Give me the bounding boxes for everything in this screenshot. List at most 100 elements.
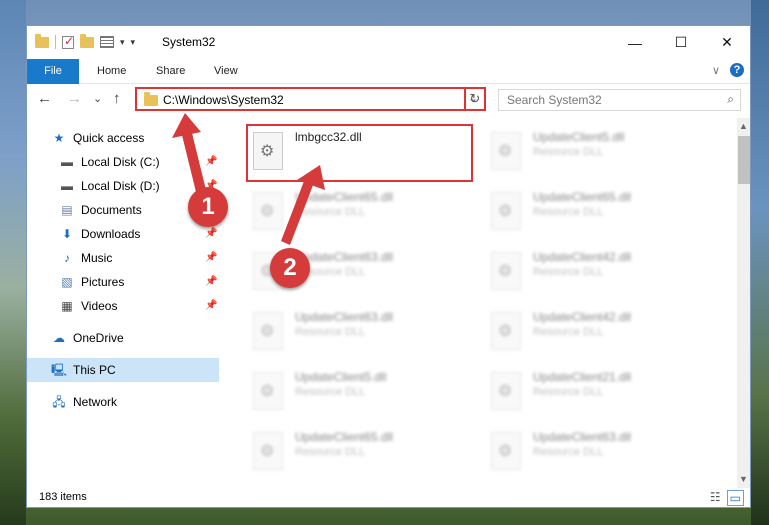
sidebar-item-label: Quick access: [73, 131, 145, 145]
address-path[interactable]: C:\Windows\System32: [163, 93, 284, 107]
step-marker-1: 1: [188, 187, 228, 227]
scroll-up-arrow-icon[interactable]: ▲: [739, 121, 748, 131]
search-input[interactable]: Search System32: [507, 93, 602, 107]
file-item[interactable]: UpdateClient63.dll Resource DLL: [247, 304, 477, 360]
properties-icon[interactable]: [100, 36, 114, 48]
sidebar-item-label: Local Disk (C:): [81, 155, 160, 169]
sidebar-item-this-pc[interactable]: 🖳 This PC: [27, 358, 219, 382]
ribbon-right-controls: ∨ ?: [712, 63, 744, 77]
pin-icon[interactable]: 📌: [205, 300, 217, 311]
file-type: Resource DLL: [295, 206, 366, 218]
video-icon: ▦: [61, 299, 73, 313]
document-icon: ▤: [61, 203, 73, 217]
address-folder-icon: [144, 92, 158, 106]
sidebar-item-local-disk-d[interactable]: ▬ Local Disk (D:) 📌: [27, 174, 219, 198]
sidebar-item-videos[interactable]: ▦ Videos 📌: [27, 294, 219, 318]
file-type: Resource DLL: [533, 386, 604, 398]
file-type: Resource DLL: [295, 386, 366, 398]
sidebar-item-label: Documents: [81, 203, 142, 217]
sidebar-item-onedrive[interactable]: ☁ OneDrive: [27, 326, 219, 350]
file-item[interactable]: UpdateClient5.dll Resource DLL: [485, 124, 715, 180]
search-icon[interactable]: ⌕: [727, 92, 734, 107]
help-icon[interactable]: ?: [730, 63, 744, 77]
forward-button[interactable]: →: [67, 90, 82, 107]
file-name: UpdateClient42.dll: [533, 310, 632, 324]
file-highlight-box: [246, 124, 473, 182]
file-item[interactable]: UpdateClient65.dll Resource DLL: [247, 424, 477, 478]
navigation-pane: ★ Quick access ▬ Local Disk (C:) 📌 ▬ Loc…: [27, 118, 219, 478]
file-type: Resource DLL: [533, 326, 604, 338]
computer-icon: 🖳: [51, 363, 68, 377]
file-name: UpdateClient5.dll: [295, 370, 387, 384]
navigation-bar: ← → ⌄ ↑ C:\Windows\System32 ⌄ ↻ Search S…: [27, 84, 750, 116]
pin-icon[interactable]: 📌: [205, 276, 217, 287]
sidebar-item-network[interactable]: 🖧 Network: [27, 390, 219, 414]
dll-file-icon: [253, 432, 283, 470]
back-button[interactable]: ←: [37, 90, 52, 107]
file-item[interactable]: UpdateClient42.dll Resource DLL: [485, 304, 715, 360]
properties-check-icon[interactable]: [62, 34, 74, 49]
music-icon: ♪: [64, 251, 70, 265]
star-icon: ★: [53, 131, 65, 145]
file-name: UpdateClient21.dll: [533, 370, 632, 384]
sidebar-item-pictures[interactable]: ▧ Pictures 📌: [27, 270, 219, 294]
file-name: UpdateClient65.dll: [295, 190, 394, 204]
file-item[interactable]: UpdateClient65.dll Resource DLL: [485, 184, 715, 240]
refresh-button[interactable]: ↻: [464, 87, 486, 111]
drive-icon: ▬: [61, 155, 73, 169]
file-item[interactable]: UpdateClient21.dll Resource DLL: [485, 364, 715, 420]
file-item[interactable]: UpdateClient42.dll Resource DLL: [485, 244, 715, 300]
dll-file-icon: [253, 372, 283, 410]
close-button[interactable]: ✕: [704, 26, 750, 59]
file-type: Resource DLL: [295, 446, 366, 458]
status-bar: 183 items ☷ ▭: [27, 487, 750, 507]
tab-home[interactable]: Home: [97, 59, 126, 83]
picture-icon: ▧: [61, 275, 73, 289]
pin-icon[interactable]: 📌: [205, 156, 217, 167]
file-type: Resource DLL: [533, 266, 604, 278]
scrollbar-thumb[interactable]: [738, 136, 750, 184]
sidebar-item-music[interactable]: ♪ Music 📌: [27, 246, 219, 270]
details-view-icon[interactable]: ☷: [710, 490, 721, 506]
download-icon: ⬇: [61, 227, 73, 241]
file-name: UpdateClient65.dll: [533, 190, 632, 204]
sidebar-item-label: Music: [81, 251, 113, 265]
file-item[interactable]: UpdateClient65.dll Resource DLL: [247, 184, 477, 240]
sidebar-item-label: Videos: [81, 299, 118, 313]
qat-dropdown-icon[interactable]: ▾: [120, 37, 125, 48]
pin-icon[interactable]: 📌: [205, 252, 217, 263]
maximize-button[interactable]: ☐: [658, 26, 704, 59]
folder-icon[interactable]: [35, 33, 49, 48]
window-title: System32: [162, 35, 216, 49]
pin-icon[interactable]: 📌: [205, 228, 217, 239]
tab-view[interactable]: View: [214, 59, 238, 83]
recent-locations-button[interactable]: ⌄: [93, 92, 102, 105]
file-item[interactable]: UpdateClient63.dll Resource DLL: [485, 424, 715, 478]
dll-file-icon: [491, 372, 521, 410]
step-marker-2: 2: [270, 248, 310, 288]
dll-file-icon: [253, 192, 283, 230]
minimize-button[interactable]: —: [612, 26, 658, 59]
address-bar[interactable]: C:\Windows\System32 ⌄: [135, 87, 486, 111]
sidebar-item-label: Downloads: [81, 227, 141, 241]
sidebar-item-local-disk-c[interactable]: ▬ Local Disk (C:) 📌: [27, 150, 219, 174]
sidebar-item-label: OneDrive: [73, 331, 124, 345]
scroll-down-arrow-icon[interactable]: ▼: [739, 474, 748, 484]
item-count: 183 items: [39, 491, 87, 503]
new-folder-icon[interactable]: [80, 33, 94, 48]
sidebar-item-label: Network: [73, 395, 118, 409]
tab-share[interactable]: Share: [156, 59, 185, 83]
dll-file-icon: [491, 132, 521, 170]
expand-ribbon-icon[interactable]: ∨: [712, 64, 720, 77]
sidebar-item-quick-access[interactable]: ★ Quick access: [27, 126, 219, 150]
qat-customize-icon[interactable]: ▾: [131, 37, 136, 48]
large-icons-view-icon[interactable]: ▭: [726, 490, 744, 506]
search-box[interactable]: Search System32 ⌕: [498, 89, 741, 111]
file-name: UpdateClient63.dll: [533, 430, 632, 444]
sidebar-item-downloads[interactable]: ⬇ Downloads 📌: [27, 222, 219, 246]
file-item[interactable]: UpdateClient5.dll Resource DLL: [247, 364, 477, 420]
file-name: UpdateClient65.dll: [295, 430, 394, 444]
up-button[interactable]: ↑: [113, 90, 121, 107]
file-name: UpdateClient63.dll: [295, 250, 394, 264]
desktop-background-left: [0, 0, 26, 525]
